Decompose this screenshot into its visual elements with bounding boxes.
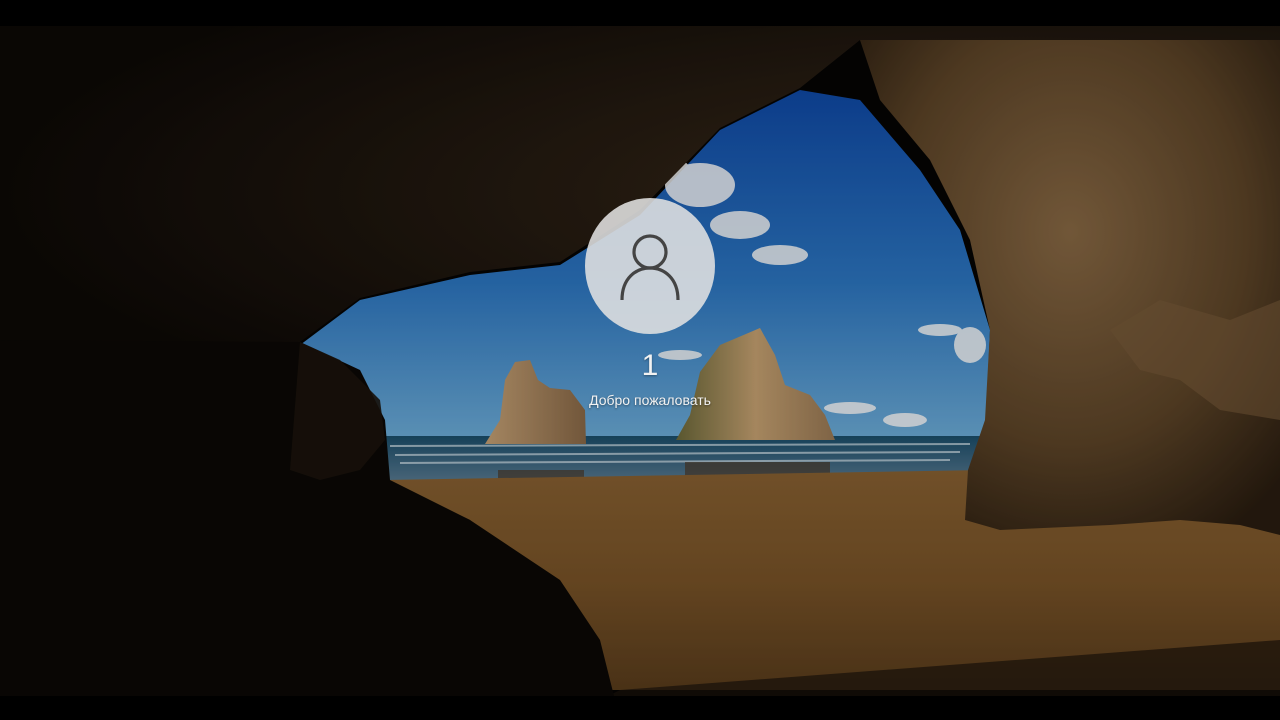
username-label: 1	[641, 349, 659, 382]
letterbox-top	[0, 0, 1280, 26]
login-panel: 1 Добро пожаловать	[540, 198, 760, 410]
welcome-status-text: Добро пожаловать	[589, 392, 711, 408]
user-silhouette-icon	[620, 234, 680, 301]
login-screen: 1 Добро пожаловать	[0, 0, 1280, 720]
letterbox-bottom	[0, 696, 1280, 720]
user-avatar[interactable]	[585, 198, 715, 334]
